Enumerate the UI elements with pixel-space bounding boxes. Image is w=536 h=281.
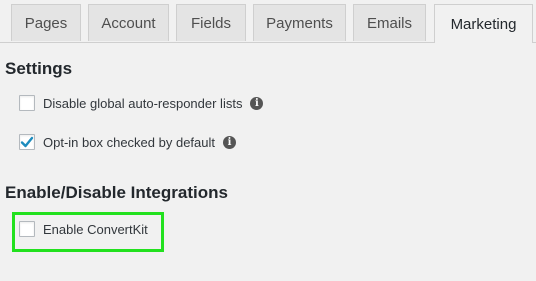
tab-emails[interactable]: Emails	[353, 4, 426, 41]
tab-fields[interactable]: Fields	[176, 4, 246, 41]
enable-convertkit-checkbox[interactable]	[19, 221, 35, 237]
tab-payments[interactable]: Payments	[253, 4, 346, 41]
enable-convertkit-label[interactable]: Enable ConvertKit	[43, 222, 148, 237]
disable-autoresponder-checkbox[interactable]	[19, 95, 35, 111]
option-enable-convertkit: Enable ConvertKit	[19, 221, 148, 237]
disable-autoresponder-label[interactable]: Disable global auto-responder lists	[43, 96, 242, 111]
info-icon[interactable]: i	[223, 135, 236, 149]
settings-heading: Settings	[5, 59, 73, 78]
option-optin-checked: Opt-in box checked by default i	[19, 134, 236, 150]
optin-checked-label[interactable]: Opt-in box checked by default	[43, 135, 215, 150]
tab-account[interactable]: Account	[88, 4, 169, 41]
optin-checked-checkbox[interactable]	[19, 134, 35, 150]
info-icon[interactable]: i	[250, 96, 264, 110]
tab-marketing[interactable]: Marketing	[434, 4, 533, 43]
option-disable-autoresponder: Disable global auto-responder lists i	[19, 95, 264, 111]
tab-pages[interactable]: Pages	[11, 4, 81, 41]
integrations-heading: Enable/Disable Integrations	[5, 183, 228, 202]
checkmark-icon	[20, 136, 34, 148]
tab-bar: Pages Account Fields Payments Emails Mar…	[0, 0, 536, 43]
